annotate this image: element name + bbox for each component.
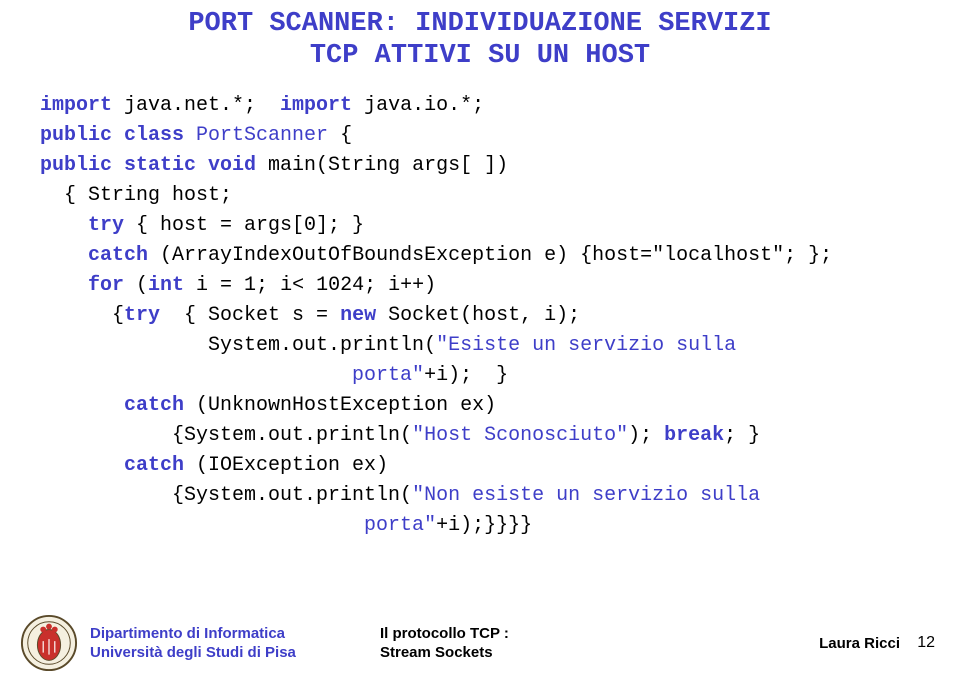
footer-author: Laura Ricci (819, 635, 900, 652)
university-logo-icon (20, 614, 78, 672)
slide-title: PORT SCANNER: INDIVIDUAZIONE SERVIZI TCP… (40, 8, 920, 73)
slide-footer: Dipartimento di Informatica Università d… (0, 614, 960, 672)
code-block: import java.net.*; import java.io.*; pub… (40, 91, 920, 541)
footer-subject: Il protocollo TCP : Stream Sockets (380, 624, 509, 663)
footer-department: Dipartimento di Informatica Università d… (90, 624, 296, 663)
title-line-1: PORT SCANNER: INDIVIDUAZIONE SERVIZI (188, 9, 771, 39)
title-line-2: TCP ATTIVI SU UN HOST (310, 41, 650, 71)
page-number: 12 (917, 634, 935, 652)
